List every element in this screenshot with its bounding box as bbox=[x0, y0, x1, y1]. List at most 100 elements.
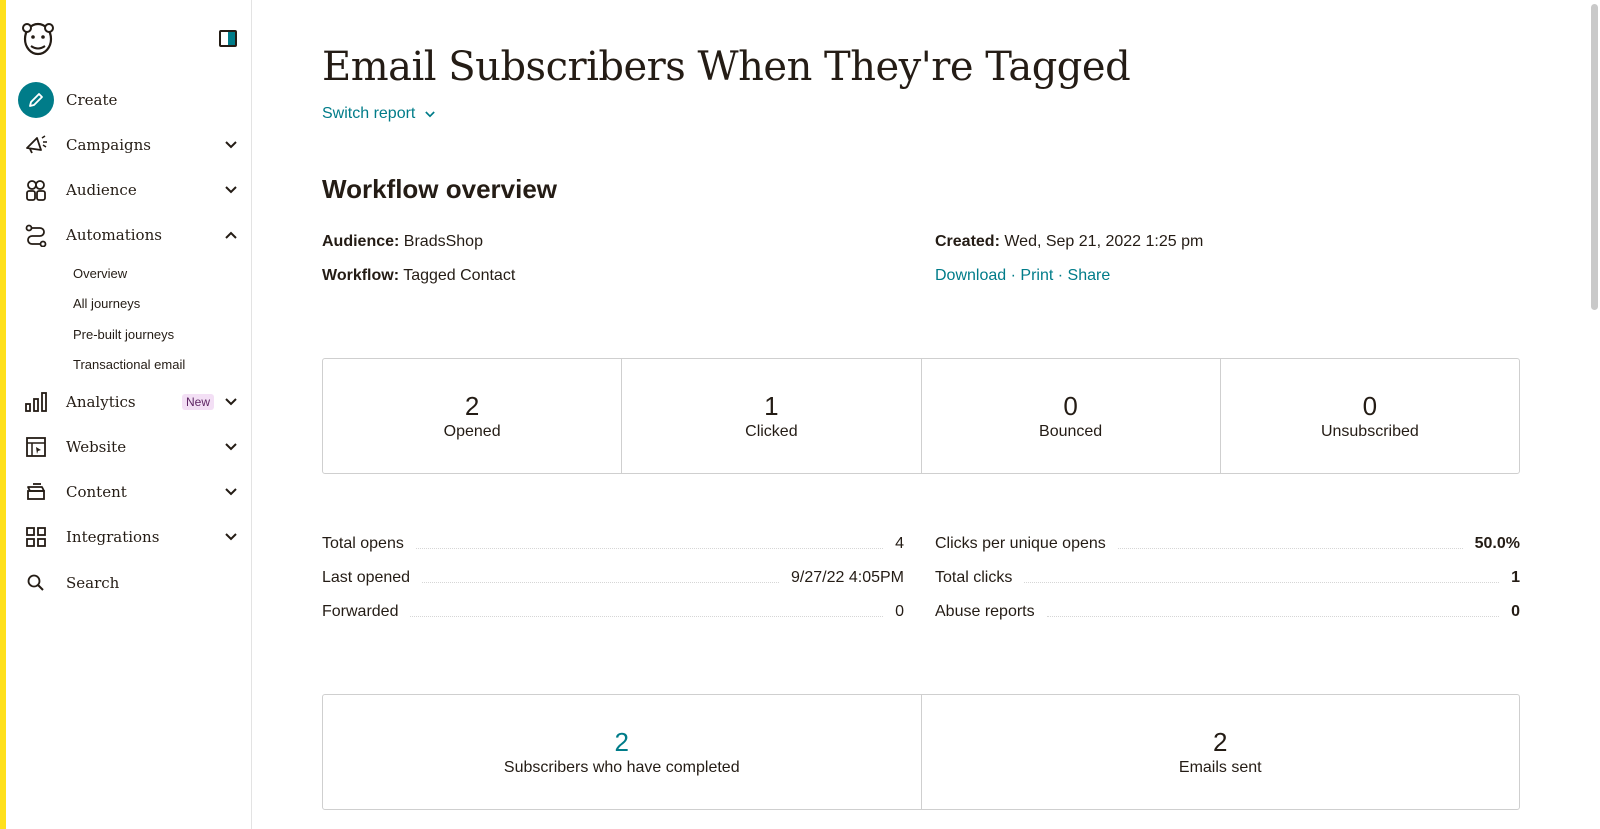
nav-label: Content bbox=[66, 483, 127, 501]
nav-search[interactable]: Search bbox=[18, 563, 244, 603]
download-link[interactable]: Download bbox=[935, 267, 1006, 284]
nav-label: Integrations bbox=[66, 528, 160, 546]
detail-row: Last opened 9/27/22 4:05PM bbox=[322, 561, 904, 595]
nav-create[interactable]: Create bbox=[18, 80, 244, 120]
chevron-down-icon bbox=[224, 485, 238, 499]
subscribers-completed-link[interactable]: 2 bbox=[615, 727, 629, 757]
page-scrollbar[interactable] bbox=[1591, 4, 1598, 310]
nav-website[interactable]: Website bbox=[18, 427, 244, 467]
switch-report-dropdown[interactable]: Switch report bbox=[322, 105, 443, 123]
megaphone-icon bbox=[18, 127, 54, 163]
detail-row: Total opens 4 bbox=[322, 527, 904, 561]
nav-label: Create bbox=[66, 91, 118, 109]
nav-label: Audience bbox=[66, 181, 137, 199]
details-right: Clicks per unique opens 50.0% Total clic… bbox=[935, 527, 1520, 629]
audience-value: BradsShop bbox=[403, 233, 483, 250]
detail-row: Forwarded 0 bbox=[322, 595, 904, 629]
stat-value: 2 bbox=[464, 391, 480, 421]
report-actions: Download · Print · Share bbox=[935, 267, 1110, 285]
detail-label: Clicks per unique opens bbox=[935, 535, 1106, 552]
detail-value: 50.0% bbox=[1474, 535, 1520, 552]
detail-label: Total opens bbox=[322, 535, 404, 552]
separator: · bbox=[1010, 267, 1016, 284]
detail-row: Total clicks 1 bbox=[935, 561, 1520, 595]
nav-campaigns[interactable]: Campaigns bbox=[18, 125, 244, 165]
grid-icon bbox=[18, 519, 54, 555]
separator: · bbox=[1057, 267, 1064, 284]
nav-label: Website bbox=[66, 438, 127, 456]
sidebar-subitem-pre-built-journeys[interactable]: Pre-built journeys bbox=[73, 327, 174, 342]
print-link[interactable]: Print bbox=[1020, 267, 1053, 284]
stat-clicked: 1 Clicked bbox=[622, 359, 922, 473]
switch-report-label: Switch report bbox=[322, 105, 416, 122]
audience-meta: Audience: BradsShop bbox=[322, 233, 483, 251]
sidebar: Create Campaigns Audience Automations Ov… bbox=[6, 0, 252, 829]
chevron-down-icon bbox=[224, 183, 238, 197]
chevron-up-icon bbox=[224, 228, 238, 242]
stat-label: Clicked bbox=[745, 423, 798, 440]
detail-value: 1 bbox=[1511, 569, 1520, 586]
stats-summary: 2 Opened 1 Clicked 0 Bounced 0 Unsubscri… bbox=[322, 358, 1520, 474]
sidebar-toggle-icon[interactable] bbox=[219, 30, 237, 47]
detail-value: 0 bbox=[895, 603, 904, 620]
created-meta: Created: Wed, Sep 21, 2022 1:25 pm bbox=[935, 233, 1203, 251]
chevron-down-icon bbox=[224, 530, 238, 544]
nav-label: Search bbox=[66, 574, 120, 592]
nav-label: Analytics bbox=[66, 393, 136, 411]
content-icon bbox=[18, 474, 54, 510]
website-icon bbox=[18, 429, 54, 465]
detail-value: 9/27/22 4:05PM bbox=[791, 569, 904, 586]
automation-icon bbox=[18, 217, 54, 253]
chevron-down-icon bbox=[224, 395, 238, 409]
page-title: Email Subscribers When They're Tagged bbox=[322, 44, 1131, 90]
sidebar-subitem-overview[interactable]: Overview bbox=[73, 266, 127, 281]
detail-label: Abuse reports bbox=[935, 603, 1035, 620]
detail-value: 0 bbox=[1511, 603, 1520, 620]
stat-bounced: 0 Bounced bbox=[922, 359, 1221, 473]
stat-label: Emails sent bbox=[1178, 759, 1262, 776]
created-value: Wed, Sep 21, 2022 1:25 pm bbox=[1004, 233, 1204, 250]
nav-automations[interactable]: Automations bbox=[18, 215, 244, 255]
main-content: Email Subscribers When They're Tagged Sw… bbox=[252, 0, 1600, 829]
nav-content[interactable]: Content bbox=[18, 472, 244, 512]
search-icon bbox=[18, 565, 54, 601]
stat-value: 1 bbox=[764, 391, 779, 421]
new-badge: New bbox=[181, 394, 214, 410]
mailchimp-logo-icon[interactable] bbox=[18, 18, 58, 58]
section-title: Workflow overview bbox=[322, 174, 558, 204]
share-link[interactable]: Share bbox=[1068, 267, 1111, 284]
workflow-label: Workflow: bbox=[322, 267, 400, 284]
workflow-stats: 2 Subscribers who have completed 2 Email… bbox=[322, 694, 1520, 810]
created-label: Created: bbox=[935, 233, 1000, 250]
detail-value: 4 bbox=[895, 535, 904, 552]
nav-label: Campaigns bbox=[66, 136, 151, 154]
detail-row: Clicks per unique opens 50.0% bbox=[935, 527, 1520, 561]
chevron-down-icon bbox=[224, 138, 238, 152]
nav-integrations[interactable]: Integrations bbox=[18, 517, 244, 557]
nav-analytics[interactable]: Analytics New bbox=[18, 382, 244, 422]
audience-icon bbox=[18, 172, 54, 208]
sidebar-subitem-transactional-email[interactable]: Transactional email bbox=[73, 357, 185, 372]
stat-value: 0 bbox=[1063, 391, 1078, 421]
stat-label: Opened bbox=[443, 423, 501, 440]
audience-label: Audience: bbox=[322, 233, 400, 250]
detail-row: Abuse reports 0 bbox=[935, 595, 1520, 629]
details-left: Total opens 4 Last opened 9/27/22 4:05PM… bbox=[322, 527, 904, 629]
stat-value: 2 bbox=[1213, 727, 1228, 757]
stat-emails-sent: 2 Emails sent bbox=[922, 695, 1520, 809]
stat-label: Unsubscribed bbox=[1320, 423, 1419, 440]
nav-label: Automations bbox=[66, 226, 162, 244]
detail-label: Total clicks bbox=[935, 569, 1013, 586]
nav-audience[interactable]: Audience bbox=[18, 170, 244, 210]
workflow-value: Tagged Contact bbox=[403, 267, 516, 284]
sidebar-subitem-all-journeys[interactable]: All journeys bbox=[73, 296, 140, 311]
bar-chart-icon bbox=[18, 384, 54, 420]
detail-label: Last opened bbox=[322, 569, 411, 586]
stat-label: Subscribers who have completed bbox=[503, 759, 740, 776]
detail-label: Forwarded bbox=[322, 603, 399, 620]
stat-subscribers-completed: 2 Subscribers who have completed bbox=[323, 695, 922, 809]
pencil-icon bbox=[18, 82, 54, 118]
stat-value: 0 bbox=[1362, 391, 1378, 421]
chevron-down-icon bbox=[224, 440, 238, 454]
stat-opened: 2 Opened bbox=[323, 359, 623, 473]
